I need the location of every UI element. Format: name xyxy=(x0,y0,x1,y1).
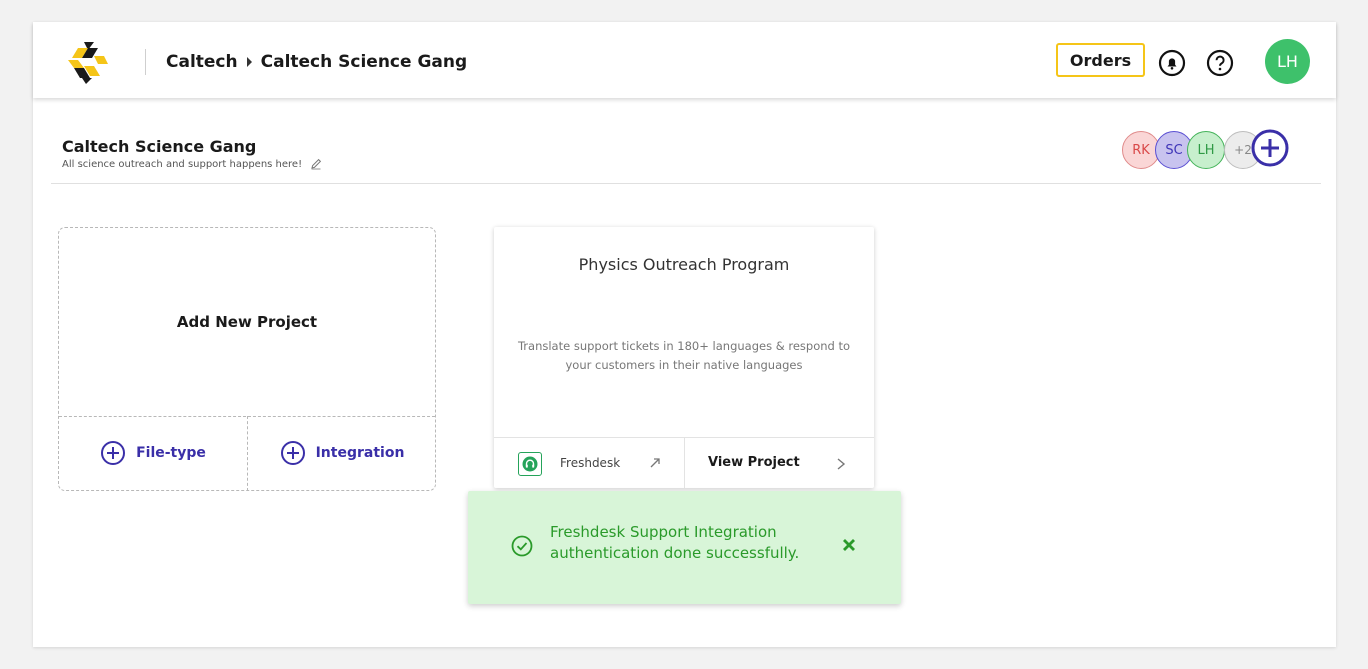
breadcrumb-workspace: Caltech Science Gang xyxy=(260,52,468,72)
add-file-type-button[interactable]: File-type xyxy=(59,416,247,490)
member-avatars: RK SC LH +2 xyxy=(1122,128,1289,172)
toast-message: Freshdesk Support Integration authentica… xyxy=(550,523,800,562)
freshdesk-icon xyxy=(518,452,542,476)
workspace-description-row: All science outreach and support happens… xyxy=(62,158,322,170)
project-card: Physics Outreach Program Translate suppo… xyxy=(494,227,874,489)
success-toast: Freshdesk Support Integration authentica… xyxy=(468,491,901,604)
bell-icon xyxy=(1158,49,1186,77)
app-window: Caltech Caltech Science Gang Orders LH C… xyxy=(33,22,1336,647)
add-member-button[interactable] xyxy=(1250,128,1290,168)
integration-label: Integration xyxy=(315,445,405,461)
notifications-button[interactable] xyxy=(1157,48,1187,78)
add-new-project-button[interactable]: Add New Project xyxy=(59,228,435,416)
project-card-footer: Freshdesk View Project xyxy=(494,437,874,489)
header-divider xyxy=(145,49,146,75)
view-project-button[interactable]: View Project xyxy=(685,438,874,489)
add-project-card: Add New Project File-type Integration xyxy=(58,227,436,491)
workspace-description: All science outreach and support happens… xyxy=(62,158,303,170)
caret-right-icon xyxy=(246,57,252,67)
plus-circle-icon xyxy=(101,441,126,465)
add-integration-button[interactable]: Integration xyxy=(248,416,436,490)
workspace-title: Caltech Science Gang xyxy=(62,137,257,156)
plus-circle-icon xyxy=(280,441,305,465)
file-type-label: File-type xyxy=(136,445,206,461)
help-circle-icon xyxy=(1206,49,1234,77)
view-project-label: View Project xyxy=(708,455,800,470)
project-description: Translate support tickets in 180+ langua… xyxy=(517,339,851,372)
top-navbar: Caltech Caltech Science Gang Orders LH xyxy=(33,22,1336,98)
help-button[interactable] xyxy=(1205,48,1235,78)
section-divider xyxy=(51,183,1321,184)
chevron-right-icon xyxy=(837,458,846,470)
orders-button[interactable]: Orders xyxy=(1056,43,1145,77)
breadcrumb-org[interactable]: Caltech xyxy=(166,52,238,72)
app-logo[interactable] xyxy=(64,38,112,86)
project-title: Physics Outreach Program xyxy=(578,255,790,274)
member-avatar[interactable]: LH xyxy=(1187,131,1225,169)
check-circle-icon xyxy=(511,535,533,557)
user-avatar[interactable]: LH xyxy=(1265,39,1310,84)
integration-name[interactable]: Freshdesk xyxy=(560,456,620,470)
external-link-icon[interactable] xyxy=(648,456,662,470)
close-icon[interactable] xyxy=(841,537,857,553)
breadcrumb: Caltech Caltech Science Gang xyxy=(166,49,467,75)
pencil-icon[interactable] xyxy=(310,158,322,170)
